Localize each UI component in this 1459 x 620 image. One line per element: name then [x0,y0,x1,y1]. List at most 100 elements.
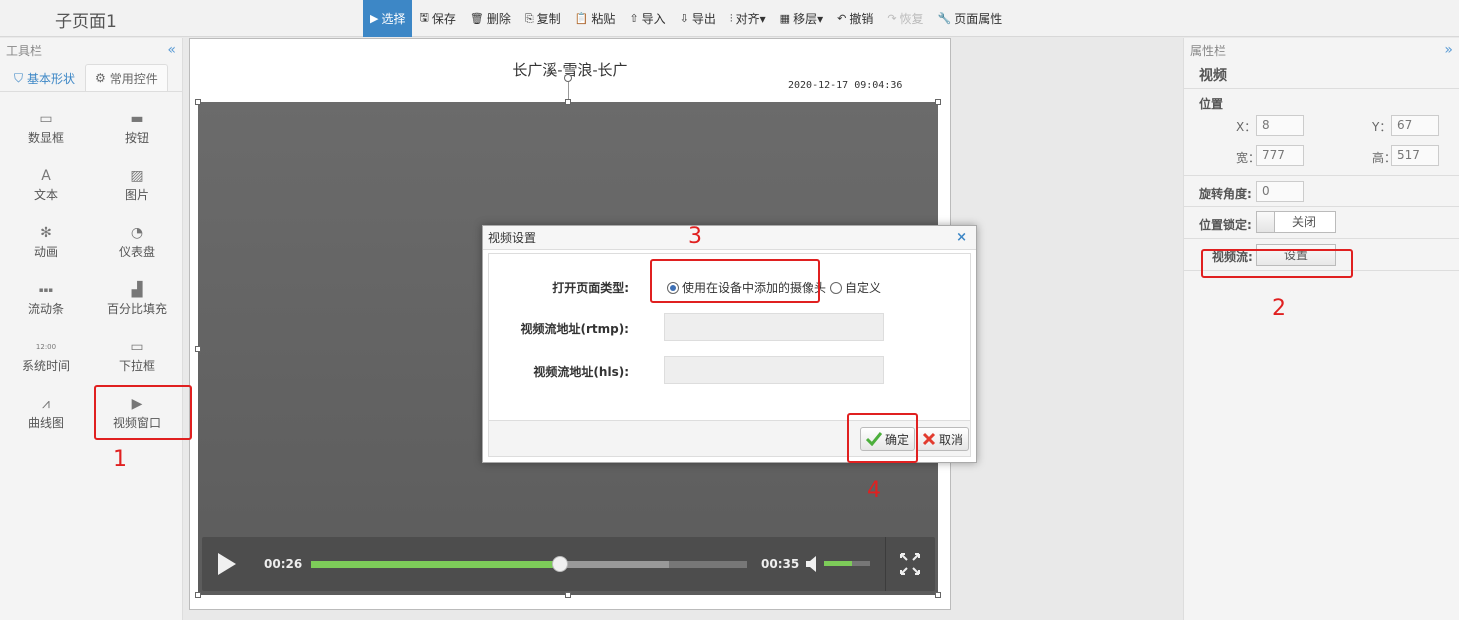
control-image[interactable]: ▨ 图片 [102,166,172,203]
save-button[interactable]: 🖫 保存 [412,0,462,37]
control-label: 图片 [124,188,149,202]
toolbar-label: 粘贴 [591,12,616,26]
toolbar-label: 复制 [536,12,561,26]
annotation-box-camera-option [650,259,820,303]
toolbar-label: 移层▾ [793,12,824,26]
tool-panel-header: 工具栏 « [0,38,182,62]
x-label: X： [1236,120,1257,134]
hls-input[interactable] [664,356,884,384]
volume-icon[interactable] [806,556,820,572]
control-label: 曲线图 [27,416,64,430]
annotation-box-video-window [94,385,192,440]
control-label: 仪表盘 [118,245,155,259]
control-percent-fill[interactable]: ▟ 百分比填充 [102,280,172,317]
page-type-label: 打开页面类型: [552,281,629,295]
resize-handle-ne[interactable] [935,99,941,105]
line-chart-icon: ⩘ [42,396,50,412]
title-rotate-handle[interactable] [564,74,572,82]
control-button[interactable]: ▬ 按钮 [102,109,172,146]
control-label: 数显框 [27,131,64,145]
align-button[interactable]: ⫶ 对齐▾ [723,0,773,37]
play-icon[interactable] [218,553,236,575]
tab-basic-shapes[interactable]: ⛉ 基本形状 [4,64,85,91]
toolbar-label: 导入 [641,12,666,26]
resize-handle-se[interactable] [935,592,941,598]
export-button[interactable]: ⇩ 导出 [673,0,723,37]
radio-unselected-icon [830,281,842,294]
select-button[interactable]: ▶ 选择 [363,0,413,37]
y-label: Y： [1372,120,1392,134]
page-properties-button[interactable]: 🔧 页面属性 [931,0,1010,37]
control-flow-bar[interactable]: ▪▪▪ 流动条 [11,280,81,317]
tab-common-controls[interactable]: ⚙ 常用控件 [85,64,168,91]
annotation-number-1: 1 [113,447,127,472]
annotation-number-3: 3 [688,224,702,249]
control-line-chart[interactable]: ⩘ 曲线图 [11,394,81,431]
annotation-number-2: 2 [1272,296,1286,321]
flow-bar-icon: ▪▪▪ [38,286,54,294]
position-lock-toggle[interactable]: 关闭 [1256,211,1336,233]
display-box-icon: ▭ [39,111,53,127]
control-label: 系统时间 [21,359,70,373]
fullscreen-icon[interactable] [900,553,920,575]
paste-icon: 📋 [574,12,589,25]
controls-divider [885,537,886,591]
progress-fill [311,561,560,568]
radio-custom[interactable]: 自定义 [830,279,881,296]
upload-icon: ⇧ [629,12,639,25]
animation-icon: ✻ [40,225,52,241]
tool-tabs: ⛉ 基本形状 ⚙ 常用控件 [0,62,182,92]
redo-button[interactable]: ↷ 恢复 [880,0,930,37]
progress-bar[interactable] [311,561,747,568]
x-input[interactable]: 8 [1256,115,1304,136]
rtmp-input[interactable] [664,313,884,341]
resize-handle-n[interactable] [565,99,571,105]
control-text[interactable]: A 文本 [11,166,81,203]
download-icon: ⇩ [679,12,689,25]
cancel-label: 取消 [939,432,964,447]
paste-button[interactable]: 📋 粘贴 [568,0,623,37]
gauge-icon: ◔ [130,225,144,241]
width-input[interactable]: 777 [1256,145,1304,166]
redo-icon: ↷ [887,12,897,25]
resize-handle-s[interactable] [565,592,571,598]
close-icon[interactable]: × [956,230,967,245]
copy-icon: ⎘ [524,11,534,25]
rotation-input[interactable]: 0 [1256,181,1304,202]
resize-handle-sw[interactable] [195,592,201,598]
toggle-knob [1257,212,1275,232]
dropdown-icon: ▭ [130,339,144,355]
collapse-left-icon[interactable]: « [167,42,176,58]
control-numeric-display[interactable]: ▭ 数显框 [11,109,81,146]
y-input[interactable]: 67 [1391,115,1439,136]
text-icon: A [41,168,51,184]
undo-button[interactable]: ↶ 撤销 [830,0,880,37]
toolbar-label: 导出 [691,12,716,26]
layer-button[interactable]: ▦ 移层▾ [773,0,830,37]
annotation-number-4: 4 [867,478,881,503]
control-label: 流动条 [27,302,64,316]
progress-knob[interactable] [551,556,568,572]
import-button[interactable]: ⇧ 导入 [622,0,672,37]
volume-bar[interactable] [824,561,870,566]
control-system-time[interactable]: 12:00 系统时间 [11,337,81,374]
control-animation[interactable]: ✻ 动画 [11,223,81,260]
toolbar-label: 撤销 [849,12,874,26]
copy-button[interactable]: ⎘ 复制 [518,0,568,37]
control-label: 下拉框 [118,359,155,373]
system-time-widget[interactable]: 2020-12-17 09:04:36 [788,80,902,91]
resize-handle-nw[interactable] [195,99,201,105]
control-gauge[interactable]: ◔ 仪表盘 [102,223,172,260]
cancel-button[interactable]: 取消 [916,427,970,451]
control-dropdown[interactable]: ▭ 下拉框 [102,337,172,374]
height-input[interactable]: 517 [1391,145,1439,166]
lock-label: 位置锁定: [1199,218,1252,232]
rotate-handle-line [568,82,569,100]
delete-button[interactable]: 🗑 删除 [463,0,518,37]
percent-fill-icon: ▟ [131,282,143,298]
expand-right-icon[interactable]: » [1444,42,1453,58]
bookmark-icon: ⛉ [14,70,24,85]
resize-handle-w[interactable] [195,346,201,352]
align-icon: ⫶ [729,11,733,25]
control-label: 百分比填充 [106,302,167,316]
